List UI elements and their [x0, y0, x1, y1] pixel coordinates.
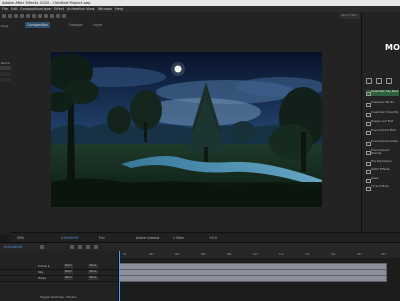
layer-duration-bar[interactable]	[119, 275, 387, 282]
search-help-field[interactable]: Search Help	[340, 13, 360, 19]
plugin-logo: MO	[385, 43, 400, 52]
ruler-tick: 20s	[381, 253, 386, 256]
frame-blend-icon[interactable]	[78, 245, 82, 249]
tab-layer[interactable]: Layer	[91, 22, 104, 28]
puppet-tool-icon[interactable]	[62, 14, 66, 18]
selection-tool-icon[interactable]	[8, 14, 12, 18]
clone-tool-icon[interactable]	[50, 14, 54, 18]
preset-label: Cinematic Sky Pack	[371, 89, 399, 93]
ruler-tick: 10s	[253, 253, 258, 256]
preset-label: Character Rocks	[371, 100, 394, 104]
checkbox[interactable]	[366, 102, 371, 107]
preset-item[interactable]: Glitch Effects	[366, 167, 399, 174]
brush-tool-icon[interactable]	[44, 14, 48, 18]
checkbox[interactable]	[366, 161, 371, 166]
effects-presets-panel: MO Cinematic Sky Pack Character Rocks Ci…	[361, 12, 400, 234]
ruler-tick: 0s	[123, 253, 127, 256]
preset-item[interactable]: Design and Flat	[366, 119, 399, 126]
zoom-tool-icon[interactable]	[20, 14, 24, 18]
folder-icon[interactable]	[366, 78, 372, 84]
project-item-footage[interactable]	[0, 72, 11, 76]
ruler-tick: 18s	[357, 253, 362, 256]
search-icon[interactable]	[40, 245, 44, 249]
graph-editor-icon[interactable]	[94, 245, 98, 249]
preset-label: Environment Grass	[371, 139, 398, 143]
tab-composition[interactable]: Composition	[25, 22, 51, 28]
timeline-panel: 0:00:00:00 Comp 1 Norm None Sky Norm Non…	[0, 242, 400, 301]
preset-label: Cinematic Smooths	[371, 110, 399, 114]
track-matte[interactable]: None	[88, 270, 98, 274]
settings-icon[interactable]	[386, 78, 392, 84]
preset-item[interactable]: Cinematic Smooths	[366, 110, 399, 117]
checkbox[interactable]	[366, 150, 371, 155]
preset-label: Glitch Effects	[371, 167, 390, 171]
project-item-solid[interactable]	[0, 78, 11, 82]
blend-mode[interactable]: Norm	[64, 264, 73, 268]
checkbox[interactable]	[366, 130, 371, 135]
time-ruler[interactable]: 0s 02s 04s 06s 08s 10s 12s 14s 16s 18s 2…	[119, 251, 400, 258]
preset-label: Environment Tutorial	[371, 148, 389, 156]
search-help-label: Search Help	[341, 14, 357, 17]
ruler-tick: 02s	[149, 253, 154, 256]
checkbox[interactable]	[366, 169, 371, 174]
preset-item[interactable]: Environment Tutorial	[366, 148, 399, 156]
composition-panel-header: Composition Footage Layer	[11, 21, 361, 29]
shy-icon[interactable]	[70, 245, 74, 249]
checkbox[interactable]	[366, 112, 371, 117]
timeline-current-time[interactable]: 0:00:00:00	[4, 243, 23, 251]
blend-mode[interactable]: Norm	[64, 270, 73, 274]
motion-blur-icon[interactable]	[86, 245, 90, 249]
preset-label: Glass	[371, 176, 379, 180]
refresh-icon[interactable]	[376, 78, 382, 84]
ruler-tick: 06s	[201, 253, 206, 256]
comp-preview-image	[51, 52, 322, 207]
text-tool-icon[interactable]	[38, 14, 42, 18]
night-forest-scene	[51, 52, 322, 207]
ruler-tick: 12s	[279, 253, 284, 256]
track-matte[interactable]: None	[88, 264, 98, 268]
preset-item[interactable]: TV and More	[366, 184, 399, 191]
layer-row[interactable]: Trees Norm None	[0, 275, 118, 282]
preset-item[interactable]: Environment Grass	[366, 139, 399, 146]
hand-tool-icon[interactable]	[14, 14, 18, 18]
ruler-tick: 04s	[175, 253, 180, 256]
checkbox[interactable]	[366, 178, 371, 183]
track-matte[interactable]: None	[88, 276, 98, 280]
preset-item[interactable]: Character Rocks	[366, 100, 399, 107]
ruler-tick: 16s	[331, 253, 336, 256]
rotate-tool-icon[interactable]	[26, 14, 30, 18]
blend-mode[interactable]: Norm	[64, 276, 73, 280]
preset-label: Environment Pack	[371, 128, 397, 132]
preset-label: Design and Flat	[371, 119, 393, 123]
checkbox[interactable]	[366, 186, 371, 191]
ruler-tick: 14s	[305, 253, 310, 256]
timeline-header: 0:00:00:00	[0, 243, 400, 251]
preset-item[interactable]: Glass	[366, 176, 399, 183]
project-panel-label: Proje	[1, 24, 9, 28]
preset-item[interactable]: Cinematic Sky Pack	[366, 89, 399, 96]
tab-footage[interactable]: Footage	[67, 22, 85, 28]
project-name-header: Name	[1, 61, 10, 65]
ruler-tick: 08s	[227, 253, 232, 256]
checkbox[interactable]	[366, 91, 371, 96]
checkbox[interactable]	[366, 121, 371, 126]
preset-label: TV and More	[371, 184, 389, 188]
preset-label: Fire Explosions	[371, 159, 392, 163]
eraser-tool-icon[interactable]	[56, 14, 60, 18]
checkbox[interactable]	[366, 141, 371, 146]
layer-name: Trees	[38, 276, 46, 280]
home-icon[interactable]	[2, 14, 6, 18]
preset-item[interactable]: Environment Pack	[366, 128, 399, 135]
pen-tool-icon[interactable]	[32, 14, 36, 18]
project-item-comp[interactable]	[0, 66, 11, 70]
preset-item[interactable]: Fire Explosions	[366, 159, 399, 166]
